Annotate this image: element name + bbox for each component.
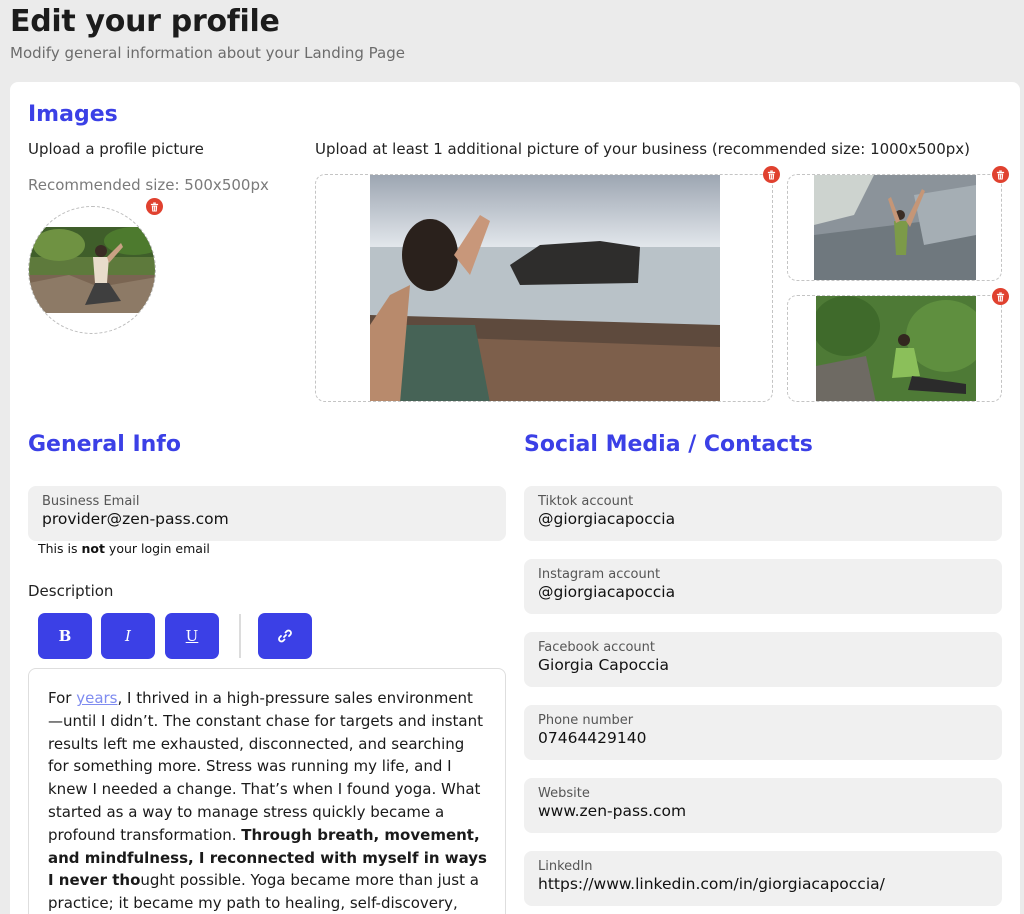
profile-picture	[29, 227, 155, 313]
website-field[interactable]: Website www.zen-pass.com	[524, 778, 1002, 833]
social-section-title: Social Media / Contacts	[524, 432, 813, 457]
description-link[interactable]: years	[76, 689, 117, 707]
general-info-section-title: General Info	[28, 432, 181, 457]
business-picture-main	[370, 175, 720, 401]
description-text-2: , I thrived in a high-pressure sales env…	[48, 689, 484, 844]
delete-profile-picture-button[interactable]	[146, 198, 163, 215]
tiktok-value[interactable]: @giorgiacapoccia	[538, 510, 988, 528]
italic-button[interactable]: I	[101, 613, 155, 659]
linkedin-field[interactable]: LinkedIn https://www.linkedin.com/in/gio…	[524, 851, 1002, 906]
toolbar-divider	[239, 614, 241, 658]
bold-icon: B	[58, 627, 72, 645]
instagram-label: Instagram account	[538, 567, 661, 582]
trash-icon	[767, 170, 776, 179]
phone-field[interactable]: Phone number 07464429140	[524, 705, 1002, 760]
business-picture-2-upload[interactable]	[787, 174, 1002, 281]
link-button[interactable]	[258, 613, 312, 659]
profile-picture-label: Upload a profile picture	[28, 140, 204, 158]
business-picture-main-upload[interactable]	[315, 174, 773, 402]
delete-business-picture-2-button[interactable]	[992, 166, 1009, 183]
facebook-label: Facebook account	[538, 640, 656, 655]
profile-card: Images Upload a profile picture Recommen…	[10, 82, 1020, 914]
underline-icon: U	[185, 627, 199, 645]
underline-button[interactable]: U	[165, 613, 219, 659]
trash-icon	[996, 170, 1005, 179]
trash-icon	[150, 202, 159, 211]
business-email-label: Business Email	[42, 494, 140, 509]
phone-value[interactable]: 07464429140	[538, 729, 988, 747]
description-editor[interactable]: For years, I thrived in a high-pressure …	[28, 668, 506, 914]
linkedin-label: LinkedIn	[538, 859, 593, 874]
website-label: Website	[538, 786, 590, 801]
tiktok-label: Tiktok account	[538, 494, 634, 509]
business-email-note: This is not your login email	[38, 541, 210, 556]
link-icon	[278, 629, 292, 643]
images-section-title: Images	[28, 102, 118, 127]
facebook-value[interactable]: Giorgia Capoccia	[538, 656, 988, 674]
facebook-field[interactable]: Facebook account Giorgia Capoccia	[524, 632, 1002, 687]
tiktok-field[interactable]: Tiktok account @giorgiacapoccia	[524, 486, 1002, 541]
trash-icon	[996, 292, 1005, 301]
instagram-value[interactable]: @giorgiacapoccia	[538, 583, 988, 601]
business-pictures-label: Upload at least 1 additional picture of …	[315, 140, 970, 158]
page-title: Edit your profile	[10, 4, 280, 39]
italic-icon: I	[125, 627, 131, 645]
page-subtitle: Modify general information about your La…	[10, 44, 405, 62]
business-email-field[interactable]: Business Email provider@zen-pass.com	[28, 486, 506, 541]
description-label: Description	[28, 582, 114, 600]
bold-button[interactable]: B	[38, 613, 92, 659]
phone-label: Phone number	[538, 713, 634, 728]
website-value[interactable]: www.zen-pass.com	[538, 802, 988, 820]
business-picture-2	[814, 175, 976, 280]
business-picture-3-upload[interactable]	[787, 295, 1002, 402]
description-text-1: For	[48, 689, 77, 707]
business-picture-3	[816, 296, 976, 401]
profile-picture-upload[interactable]	[28, 206, 156, 334]
delete-business-picture-3-button[interactable]	[992, 288, 1009, 305]
instagram-field[interactable]: Instagram account @giorgiacapoccia	[524, 559, 1002, 614]
linkedin-value[interactable]: https://www.linkedin.com/in/giorgiacapoc…	[538, 875, 988, 893]
delete-business-picture-main-button[interactable]	[763, 166, 780, 183]
business-email-value[interactable]: provider@zen-pass.com	[42, 510, 492, 528]
profile-picture-hint: Recommended size: 500x500px	[28, 176, 269, 194]
